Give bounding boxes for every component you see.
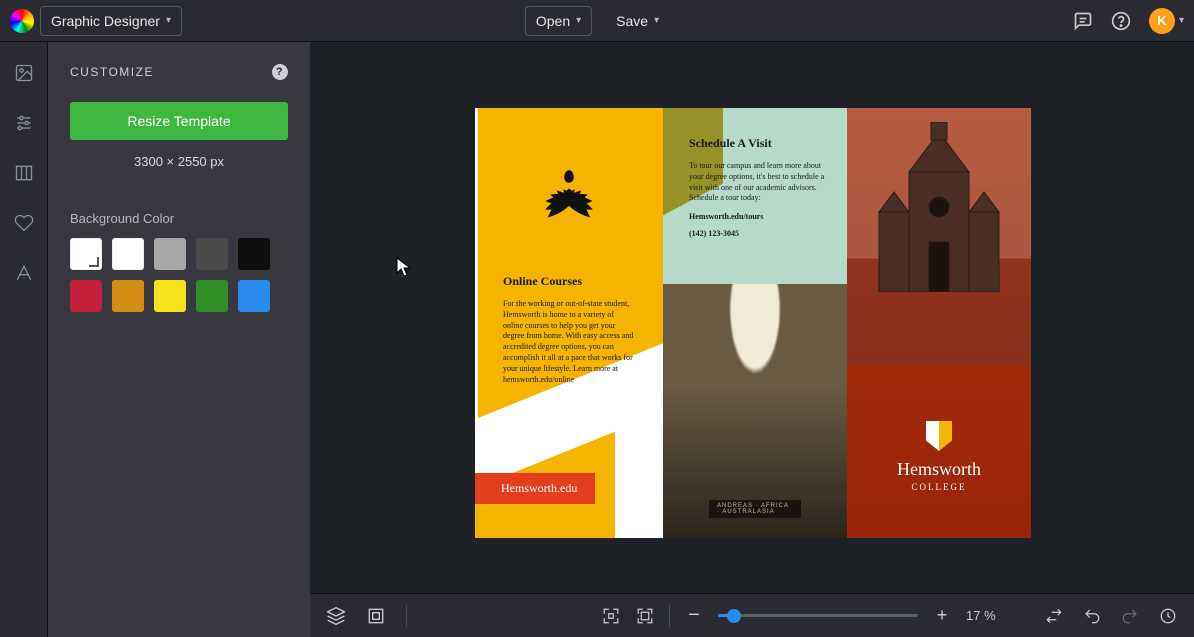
undo-icon[interactable] xyxy=(1082,606,1102,626)
favorite-tool-icon[interactable] xyxy=(13,212,35,234)
top-bar: Graphic Designer ▾ Open ▾ Save ▾ K ▾ xyxy=(0,0,1194,42)
text-tool-icon[interactable] xyxy=(13,262,35,284)
chevron-down-icon: ▾ xyxy=(1179,15,1184,26)
color-swatch[interactable] xyxy=(196,280,228,312)
app-switcher[interactable]: Graphic Designer ▾ xyxy=(40,6,182,36)
save-button-label: Save xyxy=(616,13,648,29)
canvas-area[interactable]: Online Courses For the working or out-of… xyxy=(310,42,1194,593)
chevron-down-icon: ▾ xyxy=(576,15,581,26)
panel1-heading: Online Courses xyxy=(503,274,635,289)
artboard[interactable]: Online Courses For the working or out-of… xyxy=(475,108,1031,538)
adjust-tool-icon[interactable] xyxy=(13,112,35,134)
panel-help-icon[interactable]: ? xyxy=(272,64,288,80)
save-button[interactable]: Save ▾ xyxy=(606,6,669,36)
laurel-icon xyxy=(521,153,617,249)
zoom-value: 17 % xyxy=(966,608,1006,623)
color-swatch[interactable] xyxy=(154,280,186,312)
college-sub: COLLEGE xyxy=(847,482,1031,492)
comments-icon[interactable] xyxy=(1073,11,1093,31)
avatar: K xyxy=(1149,8,1175,34)
artboard-icon[interactable] xyxy=(366,606,386,626)
cursor-icon xyxy=(396,257,412,277)
template-dimensions: 3300 × 2550 px xyxy=(70,154,288,169)
separator xyxy=(406,605,407,627)
bottom-bar: − + 17 % xyxy=(310,593,1194,637)
library-image: ANDREAS · AFRICA · AUSTRALASIA xyxy=(663,284,847,538)
color-swatch[interactable] xyxy=(70,238,102,270)
app-logo-icon[interactable] xyxy=(10,9,34,33)
shield-icon xyxy=(926,421,952,451)
panel2-link: Hemsworth.edu/tours xyxy=(689,212,829,221)
brochure-panel-1[interactable]: Online Courses For the working or out-of… xyxy=(475,108,663,538)
background-color-label: Background Color xyxy=(70,211,288,226)
history-icon[interactable] xyxy=(1158,606,1178,626)
color-swatch[interactable] xyxy=(154,238,186,270)
fit-screen-icon[interactable] xyxy=(601,606,621,626)
chevron-down-icon: ▾ xyxy=(166,15,171,26)
panel2-heading: Schedule A Visit xyxy=(689,136,829,151)
zoom-slider[interactable] xyxy=(718,606,918,626)
color-swatch[interactable] xyxy=(196,238,228,270)
help-icon[interactable] xyxy=(1111,11,1131,31)
layers-icon[interactable] xyxy=(326,606,346,626)
customize-panel: CUSTOMIZE ? Resize Template 3300 × 2550 … xyxy=(48,42,310,637)
redo-icon[interactable] xyxy=(1120,606,1140,626)
color-swatch[interactable] xyxy=(238,280,270,312)
panel2-body: To tour our campus and learn more about … xyxy=(689,161,829,204)
zoom-slider-knob[interactable] xyxy=(727,609,741,623)
color-swatch[interactable] xyxy=(70,280,102,312)
panel1-body: For the working or out-of-state student,… xyxy=(503,299,635,385)
tool-rail xyxy=(0,42,48,637)
zoom-out-icon[interactable]: − xyxy=(684,606,704,626)
brochure-panel-3[interactable]: Hemsworth COLLEGE xyxy=(847,108,1031,538)
panel1-url: Hemsworth.edu xyxy=(475,473,595,504)
image-tool-icon[interactable] xyxy=(13,62,35,84)
color-swatch[interactable] xyxy=(112,238,144,270)
account-menu[interactable]: K ▾ xyxy=(1149,8,1184,34)
separator xyxy=(669,605,670,627)
resize-template-button[interactable]: Resize Template xyxy=(70,102,288,140)
panel2-phone: (142) 123-3045 xyxy=(689,229,829,238)
building-image xyxy=(869,122,1009,292)
panel-title: CUSTOMIZE xyxy=(70,65,154,79)
swatch-grid xyxy=(70,238,288,312)
chevron-down-icon: ▾ xyxy=(654,15,659,26)
panel2-plaque: ANDREAS · AFRICA · AUSTRALASIA xyxy=(709,500,801,518)
open-button[interactable]: Open ▾ xyxy=(525,6,592,36)
swap-icon[interactable] xyxy=(1044,606,1064,626)
brochure-panel-2[interactable]: Schedule A Visit To tour our campus and … xyxy=(663,108,847,538)
open-button-label: Open xyxy=(536,13,570,29)
color-swatch[interactable] xyxy=(238,238,270,270)
college-name: Hemsworth xyxy=(847,459,1031,480)
zoom-in-icon[interactable]: + xyxy=(932,606,952,626)
app-switcher-label: Graphic Designer xyxy=(51,13,160,29)
columns-tool-icon[interactable] xyxy=(13,162,35,184)
actual-size-icon[interactable] xyxy=(635,606,655,626)
color-swatch[interactable] xyxy=(112,280,144,312)
